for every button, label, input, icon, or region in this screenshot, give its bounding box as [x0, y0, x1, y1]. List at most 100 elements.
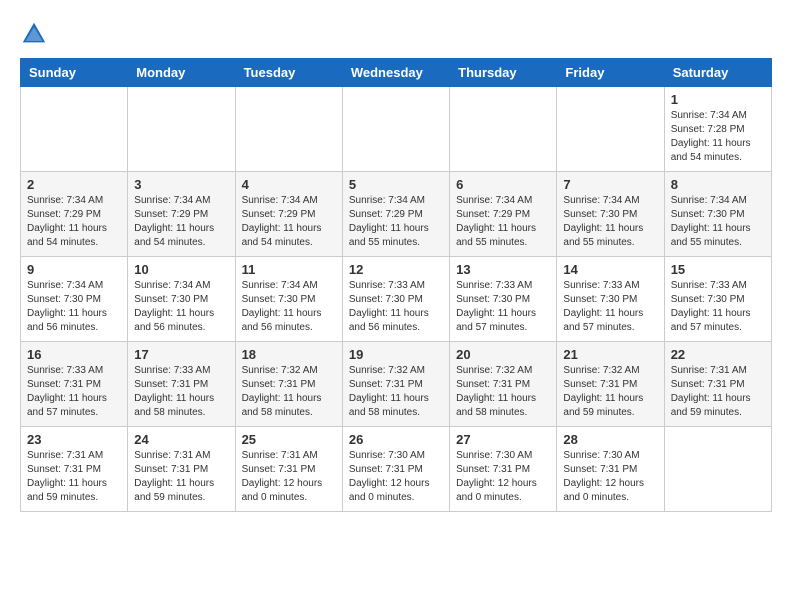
day-number: 22: [671, 347, 765, 362]
logo: [20, 20, 52, 48]
calendar-cell: [557, 87, 664, 172]
calendar-cell: 12 Sunrise: 7:33 AM Sunset: 7:30 PM Dayli…: [342, 257, 449, 342]
calendar-cell: 24 Sunrise: 7:31 AM Sunset: 7:31 PM Dayli…: [128, 427, 235, 512]
calendar-cell: 4Sunrise: 7:34 AM Sunset: 7:29 PM Daylig…: [235, 172, 342, 257]
day-number: 17: [134, 347, 228, 362]
page-header: [20, 20, 772, 48]
day-info: Sunrise: 7:34 AM Sunset: 7:30 PM Dayligh…: [27, 279, 121, 335]
day-info: Sunrise: 7:34 AM Sunset: 7:30 PM Dayligh…: [563, 194, 657, 250]
calendar-cell: [342, 87, 449, 172]
calendar-cell: [21, 87, 128, 172]
day-info: Sunrise: 7:33 AM Sunset: 7:31 PM Dayligh…: [27, 364, 121, 420]
day-number: 27: [456, 432, 550, 447]
day-number: 21: [563, 347, 657, 362]
calendar-cell: 26 Sunrise: 7:30 AM Sunset: 7:31 PM Dayli…: [342, 427, 449, 512]
calendar-cell: 15 Sunrise: 7:33 AM Sunset: 7:30 PM Dayli…: [664, 257, 771, 342]
day-info: Sunrise: 7:34 AM Sunset: 7:29 PM Dayligh…: [27, 194, 121, 250]
calendar-cell: 22 Sunrise: 7:31 AM Sunset: 7:31 PM Dayli…: [664, 342, 771, 427]
day-info: Sunrise: 7:32 AM Sunset: 7:31 PM Dayligh…: [563, 364, 657, 420]
day-info: Sunrise: 7:34 AM Sunset: 7:30 PM Dayligh…: [242, 279, 336, 335]
day-number: 10: [134, 262, 228, 277]
day-info: Sunrise: 7:34 AM Sunset: 7:29 PM Dayligh…: [456, 194, 550, 250]
day-number: 26: [349, 432, 443, 447]
calendar-cell: 17 Sunrise: 7:33 AM Sunset: 7:31 PM Dayli…: [128, 342, 235, 427]
calendar-cell: 11 Sunrise: 7:34 AM Sunset: 7:30 PM Dayli…: [235, 257, 342, 342]
day-info: Sunrise: 7:33 AM Sunset: 7:31 PM Dayligh…: [134, 364, 228, 420]
calendar-cell: [235, 87, 342, 172]
week-row-4: 16 Sunrise: 7:33 AM Sunset: 7:31 PM Dayli…: [21, 342, 772, 427]
day-info: Sunrise: 7:33 AM Sunset: 7:30 PM Dayligh…: [349, 279, 443, 335]
day-info: Sunrise: 7:32 AM Sunset: 7:31 PM Dayligh…: [242, 364, 336, 420]
calendar-cell: [450, 87, 557, 172]
calendar-cell: 14Sunrise: 7:33 AM Sunset: 7:30 PM Dayli…: [557, 257, 664, 342]
day-info: Sunrise: 7:34 AM Sunset: 7:30 PM Dayligh…: [134, 279, 228, 335]
calendar: SundayMondayTuesdayWednesdayThursdayFrid…: [20, 58, 772, 512]
day-info: Sunrise: 7:33 AM Sunset: 7:30 PM Dayligh…: [456, 279, 550, 335]
day-number: 20: [456, 347, 550, 362]
calendar-cell: 13 Sunrise: 7:33 AM Sunset: 7:30 PM Dayli…: [450, 257, 557, 342]
calendar-cell: 19Sunrise: 7:32 AM Sunset: 7:31 PM Dayli…: [342, 342, 449, 427]
calendar-cell: 3 Sunrise: 7:34 AM Sunset: 7:29 PM Daylig…: [128, 172, 235, 257]
day-number: 5: [349, 177, 443, 192]
day-info: Sunrise: 7:34 AM Sunset: 7:29 PM Dayligh…: [134, 194, 228, 250]
calendar-cell: 25 Sunrise: 7:31 AM Sunset: 7:31 PM Dayli…: [235, 427, 342, 512]
day-number: 7: [563, 177, 657, 192]
day-info: Sunrise: 7:30 AM Sunset: 7:31 PM Dayligh…: [349, 449, 443, 505]
day-info: Sunrise: 7:31 AM Sunset: 7:31 PM Dayligh…: [134, 449, 228, 505]
column-header-saturday: Saturday: [664, 59, 771, 87]
day-info: Sunrise: 7:34 AM Sunset: 7:28 PM Dayligh…: [671, 109, 765, 165]
day-number: 12: [349, 262, 443, 277]
day-number: 18: [242, 347, 336, 362]
day-number: 3: [134, 177, 228, 192]
calendar-cell: [128, 87, 235, 172]
day-number: 25: [242, 432, 336, 447]
calendar-cell: 18 Sunrise: 7:32 AM Sunset: 7:31 PM Dayli…: [235, 342, 342, 427]
calendar-cell: 28Sunrise: 7:30 AM Sunset: 7:31 PM Dayli…: [557, 427, 664, 512]
day-info: Sunrise: 7:31 AM Sunset: 7:31 PM Dayligh…: [242, 449, 336, 505]
day-number: 16: [27, 347, 121, 362]
day-info: Sunrise: 7:30 AM Sunset: 7:31 PM Dayligh…: [456, 449, 550, 505]
calendar-cell: 5 Sunrise: 7:34 AM Sunset: 7:29 PM Daylig…: [342, 172, 449, 257]
column-header-thursday: Thursday: [450, 59, 557, 87]
day-number: 14: [563, 262, 657, 277]
day-info: Sunrise: 7:34 AM Sunset: 7:30 PM Dayligh…: [671, 194, 765, 250]
day-info: Sunrise: 7:34 AM Sunset: 7:29 PM Dayligh…: [242, 194, 336, 250]
day-number: 23: [27, 432, 121, 447]
week-row-2: 2 Sunrise: 7:34 AM Sunset: 7:29 PM Daylig…: [21, 172, 772, 257]
column-header-sunday: Sunday: [21, 59, 128, 87]
week-row-1: 1 Sunrise: 7:34 AM Sunset: 7:28 PM Daylig…: [21, 87, 772, 172]
day-number: 6: [456, 177, 550, 192]
calendar-cell: 8 Sunrise: 7:34 AM Sunset: 7:30 PM Daylig…: [664, 172, 771, 257]
day-number: 1: [671, 92, 765, 107]
week-row-5: 23 Sunrise: 7:31 AM Sunset: 7:31 PM Dayli…: [21, 427, 772, 512]
column-header-friday: Friday: [557, 59, 664, 87]
column-header-wednesday: Wednesday: [342, 59, 449, 87]
day-number: 24: [134, 432, 228, 447]
calendar-header-row: SundayMondayTuesdayWednesdayThursdayFrid…: [21, 59, 772, 87]
calendar-cell: 20 Sunrise: 7:32 AM Sunset: 7:31 PM Dayli…: [450, 342, 557, 427]
day-number: 28: [563, 432, 657, 447]
logo-icon: [20, 20, 48, 48]
week-row-3: 9 Sunrise: 7:34 AM Sunset: 7:30 PM Daylig…: [21, 257, 772, 342]
column-header-monday: Monday: [128, 59, 235, 87]
column-header-tuesday: Tuesday: [235, 59, 342, 87]
day-number: 13: [456, 262, 550, 277]
day-info: Sunrise: 7:33 AM Sunset: 7:30 PM Dayligh…: [671, 279, 765, 335]
calendar-cell: 27 Sunrise: 7:30 AM Sunset: 7:31 PM Dayli…: [450, 427, 557, 512]
day-number: 15: [671, 262, 765, 277]
day-info: Sunrise: 7:31 AM Sunset: 7:31 PM Dayligh…: [671, 364, 765, 420]
day-info: Sunrise: 7:32 AM Sunset: 7:31 PM Dayligh…: [456, 364, 550, 420]
calendar-cell: 10 Sunrise: 7:34 AM Sunset: 7:30 PM Dayli…: [128, 257, 235, 342]
calendar-cell: 21 Sunrise: 7:32 AM Sunset: 7:31 PM Dayli…: [557, 342, 664, 427]
calendar-cell: 6 Sunrise: 7:34 AM Sunset: 7:29 PM Daylig…: [450, 172, 557, 257]
day-number: 11: [242, 262, 336, 277]
calendar-cell: 9 Sunrise: 7:34 AM Sunset: 7:30 PM Daylig…: [21, 257, 128, 342]
calendar-cell: 16 Sunrise: 7:33 AM Sunset: 7:31 PM Dayli…: [21, 342, 128, 427]
day-number: 8: [671, 177, 765, 192]
calendar-cell: 7 Sunrise: 7:34 AM Sunset: 7:30 PM Daylig…: [557, 172, 664, 257]
day-number: 19: [349, 347, 443, 362]
day-number: 2: [27, 177, 121, 192]
day-info: Sunrise: 7:34 AM Sunset: 7:29 PM Dayligh…: [349, 194, 443, 250]
day-number: 9: [27, 262, 121, 277]
day-info: Sunrise: 7:31 AM Sunset: 7:31 PM Dayligh…: [27, 449, 121, 505]
